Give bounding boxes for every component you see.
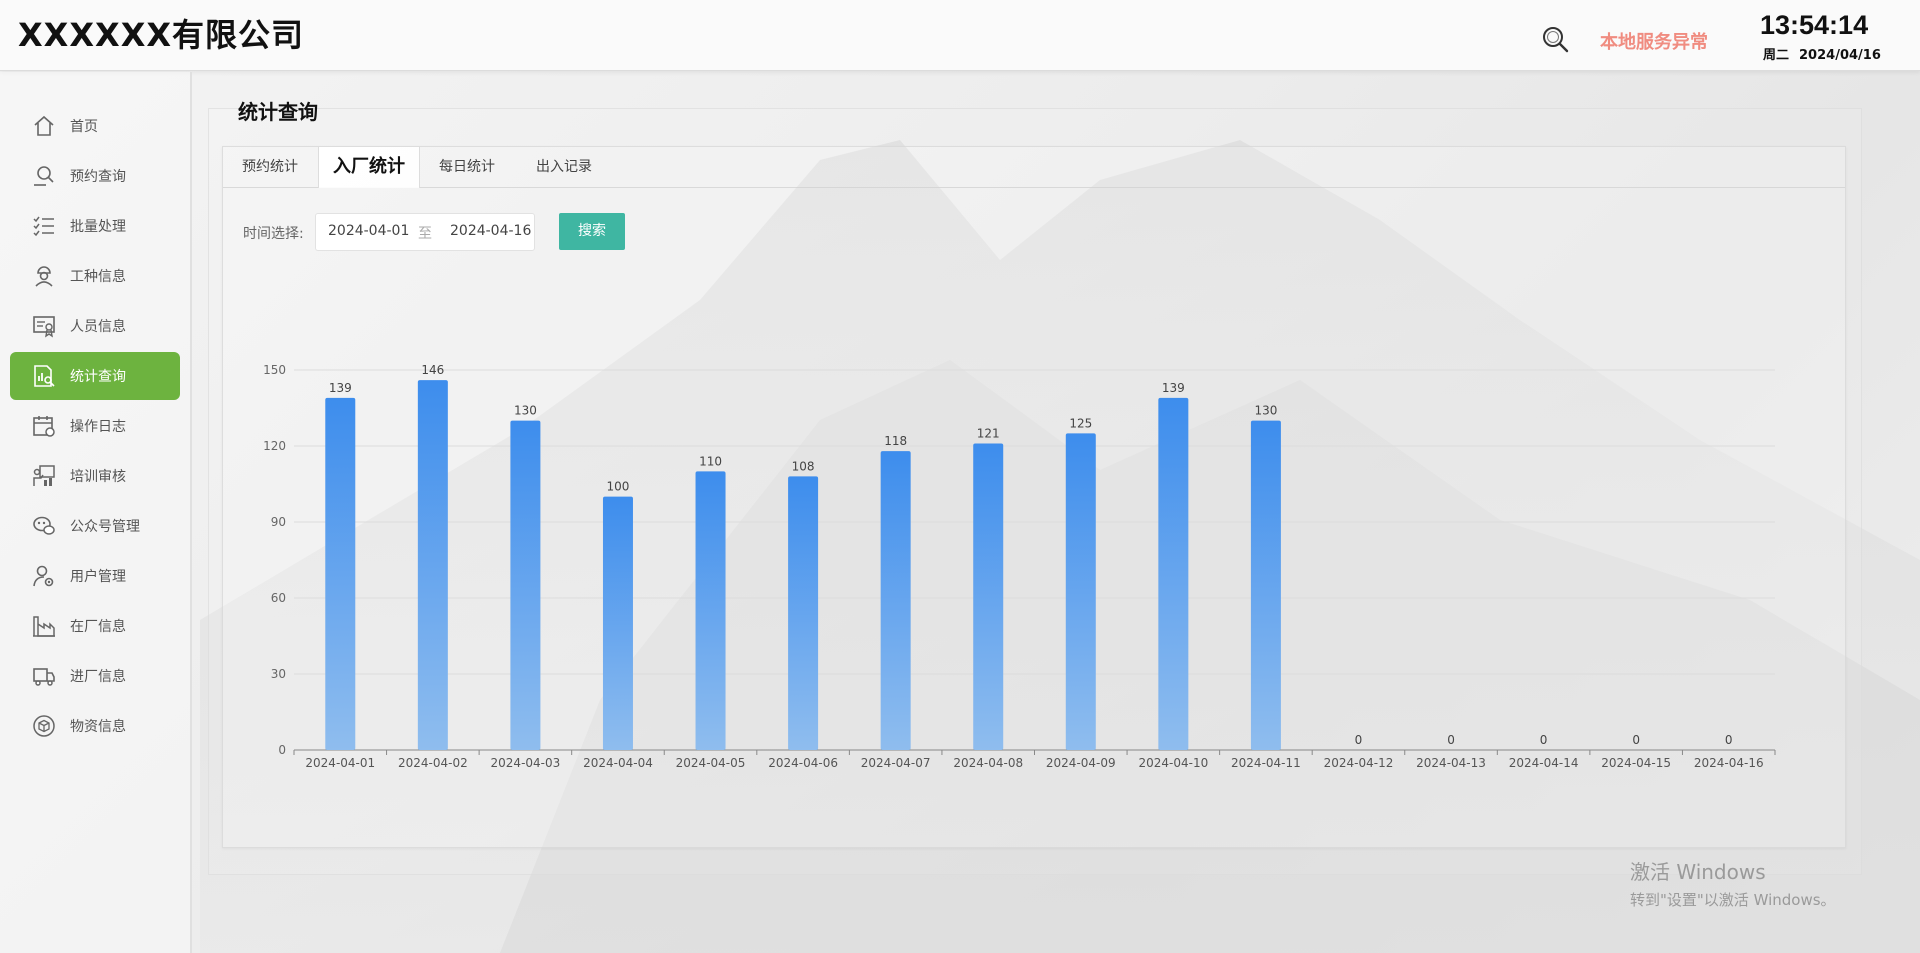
top-bar: XXXXXX有限公司 本地服务异常 13:54:14 周二 2024/04/16 (0, 0, 1920, 71)
sidebar-item-statistics[interactable]: 统计查询 (10, 352, 180, 400)
calendar-icon (33, 416, 55, 437)
time-select-label: 时间选择: (243, 226, 304, 242)
home-icon (34, 115, 54, 136)
statistics-panel: 预约统计 入厂统计 每日统计 出入记录 时间选择: 2024-04-01 至 2… (222, 146, 1846, 848)
sidebar-item-label: 首页 (70, 119, 98, 135)
page-title: 统计查询 (238, 100, 318, 124)
sidebar-item-label: 统计查询 (70, 369, 126, 385)
clock-date: 周二 2024/04/16 (1763, 44, 1891, 63)
search-button[interactable]: 搜索 (559, 213, 625, 250)
sidebar-item-label: 物资信息 (70, 719, 126, 735)
date-range-picker[interactable]: 2024-04-01 至 2024-04-16 (315, 213, 535, 251)
service-status: 本地服务异常 (1600, 32, 1708, 53)
id-card-icon (33, 316, 55, 338)
sidebar-item-entry[interactable]: 进厂信息 (10, 652, 180, 700)
tab-reservation-stats[interactable]: 预约统计 (223, 147, 317, 187)
search-icon[interactable] (1540, 24, 1570, 54)
sidebar-item-label: 用户管理 (70, 569, 126, 585)
date-separator: 至 (418, 226, 432, 242)
training-icon (33, 465, 55, 486)
user-gear-icon (33, 565, 54, 587)
watermark-subtitle: 转到"设置"以激活 Windows。 (1630, 891, 1836, 909)
sidebar-item-reservation-query[interactable]: 预约查询 (10, 152, 180, 200)
sidebar-item-personnel[interactable]: 人员信息 (10, 302, 180, 350)
sidebar-item-label: 操作日志 (70, 419, 126, 435)
sidebar-item-in-factory[interactable]: 在厂信息 (10, 602, 180, 650)
sidebar-item-training-review[interactable]: 培训审核 (10, 452, 180, 500)
tab-bar: 预约统计 入厂统计 每日统计 出入记录 (223, 147, 1845, 188)
sidebar-item-user-management[interactable]: 用户管理 (10, 552, 180, 600)
tab-daily-stats[interactable]: 每日统计 (419, 147, 515, 187)
sidebar-item-label: 公众号管理 (70, 519, 140, 535)
sidebar-item-batch[interactable]: 批量处理 (10, 202, 180, 250)
sidebar-item-job-types[interactable]: 工种信息 (10, 252, 180, 300)
box-icon (33, 715, 55, 737)
sidebar-item-wechat-account[interactable]: 公众号管理 (10, 502, 180, 550)
sidebar-item-label: 工种信息 (70, 269, 126, 285)
sidebar-item-label: 在厂信息 (70, 619, 126, 635)
tab-in-out-records[interactable]: 出入记录 (516, 147, 612, 187)
sidebar-item-materials[interactable]: 物资信息 (10, 702, 180, 750)
worker-icon (35, 266, 53, 287)
clock-time: 13:54:14 (1760, 10, 1869, 40)
date: 2024/04/16 (1799, 48, 1881, 63)
sidebar-item-label: 批量处理 (70, 219, 126, 235)
start-date-input[interactable]: 2024-04-01 (328, 223, 409, 239)
sidebar-item-home[interactable]: 首页 (10, 102, 180, 150)
sidebar-item-operation-log[interactable]: 操作日志 (10, 402, 180, 450)
sidebar-item-label: 进厂信息 (70, 669, 126, 685)
end-date-input[interactable]: 2024-04-16 (450, 223, 531, 239)
company-name: XXXXXX有限公司 (18, 16, 305, 54)
checklist-icon (33, 216, 54, 237)
tab-entry-stats[interactable]: 入厂统计 (318, 147, 420, 188)
truck-icon (33, 668, 55, 686)
sidebar-item-label: 预约查询 (70, 169, 126, 185)
weekday: 周二 (1763, 48, 1790, 63)
windows-activation-watermark: 激活 Windows 转到"设置"以激活 Windows。 (1630, 856, 1836, 910)
watermark-title: 激活 Windows (1630, 860, 1766, 884)
stats-icon (34, 365, 55, 387)
sidebar-item-label: 培训审核 (70, 469, 126, 485)
sidebar-item-label: 人员信息 (70, 319, 126, 335)
chat-icon (33, 516, 55, 535)
sidebar: 首页 预约查询 批量处理 工种信息 人员信息 统计查询 操作日志 培训审核 公众… (0, 72, 192, 953)
factory-icon (33, 616, 55, 637)
person-search-icon (34, 166, 54, 186)
